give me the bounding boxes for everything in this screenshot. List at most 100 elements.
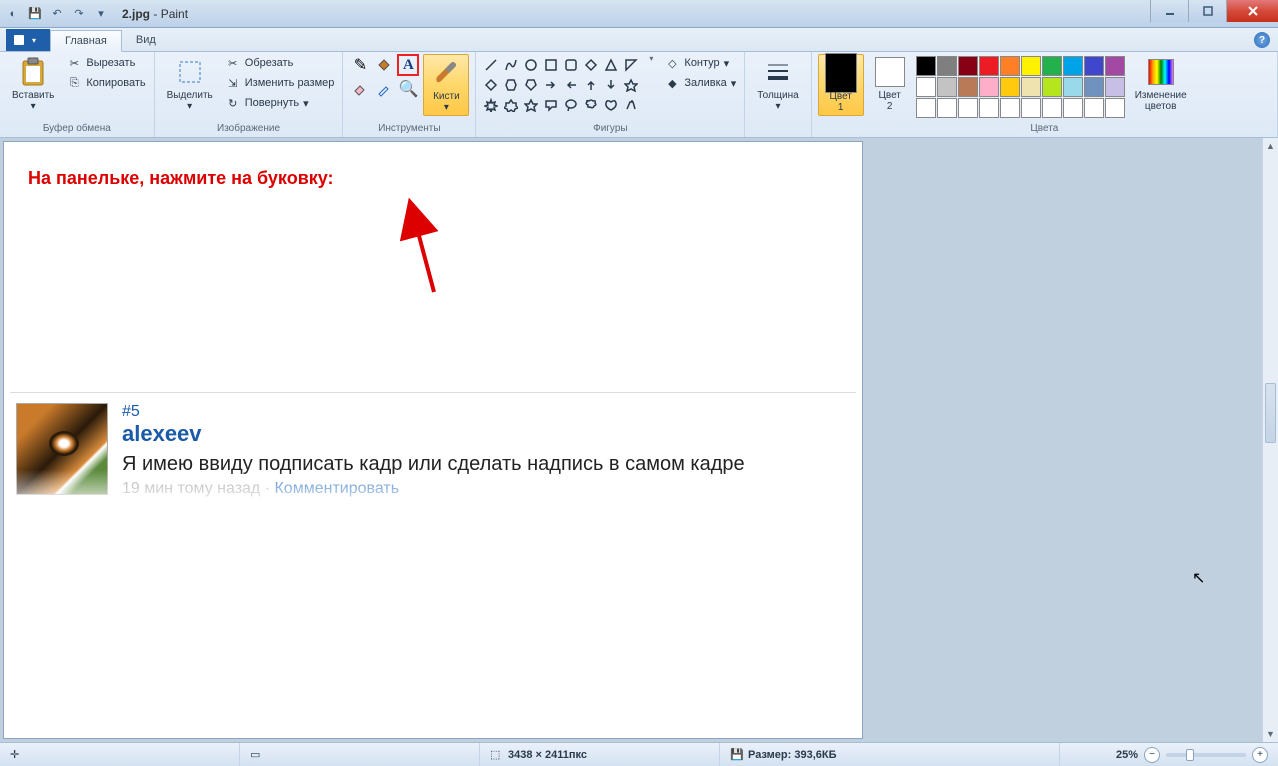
window-controls [1150, 0, 1278, 22]
edit-colors-button[interactable]: Изменениецветов [1129, 54, 1193, 114]
zoom-slider[interactable] [1166, 753, 1246, 757]
scroll-down-icon[interactable]: ▼ [1263, 726, 1278, 742]
undo-icon[interactable]: ↶ [48, 5, 66, 23]
color-swatch[interactable] [1105, 98, 1125, 118]
disk-icon: 💾 [730, 748, 744, 762]
zoom-knob[interactable] [1186, 749, 1194, 761]
group-clipboard: Вставить▾ ✂Вырезать ⎘Копировать Буфер об… [0, 52, 155, 137]
crop-button[interactable]: ✂Обрезать [223, 54, 337, 72]
group-label [751, 121, 804, 137]
picker-tool[interactable] [373, 78, 395, 100]
color-swatch[interactable] [916, 77, 936, 97]
maximize-button[interactable] [1188, 0, 1226, 22]
color-swatch[interactable] [937, 77, 957, 97]
comment-username: alexeev [122, 421, 745, 447]
zoom-in-button[interactable]: + [1252, 747, 1268, 763]
title-bar: ◐ 💾 ↶ ↷ ▾ 2.jpg - Paint [0, 0, 1278, 28]
group-image: Выделить▾ ✂Обрезать ⇲Изменить размер ↻По… [155, 52, 344, 137]
status-dimensions: ⬚3438 × 2411пкс [480, 743, 720, 766]
color2-button[interactable]: Цвет2 [868, 54, 912, 114]
color-swatch[interactable] [1042, 77, 1062, 97]
color-swatch[interactable] [979, 77, 999, 97]
vertical-scrollbar[interactable]: ▲ ▼ [1262, 138, 1278, 742]
color-swatch[interactable] [1000, 98, 1020, 118]
color-swatch[interactable] [916, 98, 936, 118]
selection-icon: ▭ [250, 748, 264, 762]
color-swatch[interactable] [1063, 77, 1083, 97]
select-icon [174, 56, 206, 88]
color-swatch[interactable] [958, 56, 978, 76]
group-label: Изображение [161, 121, 337, 137]
crop-icon: ✂ [225, 55, 241, 71]
file-menu-button[interactable] [6, 29, 50, 51]
shapes-gallery[interactable] [482, 54, 640, 114]
color-swatch[interactable] [937, 56, 957, 76]
pencil-tool[interactable]: ✎ [349, 54, 371, 76]
outline-button[interactable]: ◇Контур ▾ [662, 54, 738, 72]
select-button[interactable]: Выделить▾ [161, 54, 219, 114]
copy-button[interactable]: ⎘Копировать [64, 74, 147, 92]
color-swatch[interactable] [1021, 77, 1041, 97]
color-swatch[interactable] [1084, 77, 1104, 97]
tab-home[interactable]: Главная [50, 30, 122, 52]
color-swatch[interactable] [979, 98, 999, 118]
scroll-up-icon[interactable]: ▲ [1263, 138, 1278, 154]
color-swatch[interactable] [1084, 98, 1104, 118]
color-swatch[interactable] [1063, 98, 1083, 118]
close-button[interactable] [1226, 0, 1278, 22]
color-palette [916, 54, 1125, 118]
zoom-out-button[interactable]: − [1144, 747, 1160, 763]
dimensions-icon: ⬚ [490, 748, 504, 762]
comment-block: #5 alexeev Я имею ввиду подписать кадр и… [10, 392, 856, 498]
color-swatch[interactable] [1000, 56, 1020, 76]
status-position: ✛ [0, 743, 240, 766]
color-swatch[interactable] [1021, 98, 1041, 118]
zoom-control: 25% − + [1106, 747, 1278, 763]
shapes-dropdown[interactable]: ▾ [644, 54, 658, 63]
group-tools: ✎ A 🔍 Кисти▾ Инструменты [343, 52, 476, 137]
brushes-button[interactable]: Кисти▾ [423, 54, 469, 116]
help-button[interactable]: ? [1254, 32, 1270, 48]
color-swatch[interactable] [1105, 77, 1125, 97]
tab-view[interactable]: Вид [122, 29, 170, 51]
canvas[interactable]: На панельке, нажмите на буковку: #5 alex… [4, 142, 862, 738]
bucket-tool[interactable] [373, 54, 395, 76]
status-filesize: 💾Размер: 393,6КБ [720, 743, 1060, 766]
qat-icon[interactable]: ◐ [4, 5, 22, 23]
redo-icon[interactable]: ↷ [70, 5, 88, 23]
text-tool[interactable]: A [397, 54, 419, 76]
group-thickness: Толщина▾ [745, 52, 811, 137]
color-swatch[interactable] [1021, 56, 1041, 76]
color-swatch[interactable] [1042, 98, 1062, 118]
color-swatch[interactable] [1063, 56, 1083, 76]
rotate-button[interactable]: ↻Повернуть ▾ [223, 94, 337, 112]
color-swatch[interactable] [1084, 56, 1104, 76]
ribbon: Вставить▾ ✂Вырезать ⎘Копировать Буфер об… [0, 52, 1278, 138]
color-swatch[interactable] [937, 98, 957, 118]
color-swatch[interactable] [979, 56, 999, 76]
resize-button[interactable]: ⇲Изменить размер [223, 74, 337, 92]
scroll-thumb[interactable] [1265, 383, 1276, 443]
thickness-icon [762, 56, 794, 88]
color-swatch[interactable] [958, 77, 978, 97]
color-swatch[interactable] [1042, 56, 1062, 76]
cut-button[interactable]: ✂Вырезать [64, 54, 147, 72]
fill-button[interactable]: ◆Заливка ▾ [662, 74, 738, 92]
paste-button[interactable]: Вставить▾ [6, 54, 60, 114]
rainbow-icon [1148, 59, 1174, 85]
thickness-button[interactable]: Толщина▾ [751, 54, 804, 114]
comment-meta: 19 мин тому назад · Комментировать [122, 480, 745, 498]
color-swatch[interactable] [916, 56, 936, 76]
window-title: 2.jpg - Paint [122, 7, 188, 21]
rotate-icon: ↻ [225, 95, 241, 111]
color-swatch[interactable] [958, 98, 978, 118]
minimize-button[interactable] [1150, 0, 1188, 22]
qat-dd-icon[interactable]: ▾ [92, 5, 110, 23]
color-swatch[interactable] [1105, 56, 1125, 76]
color-swatch[interactable] [1000, 77, 1020, 97]
eraser-tool[interactable] [349, 78, 371, 100]
color1-button[interactable]: Цвет1 [818, 54, 864, 116]
save-icon[interactable]: 💾 [26, 5, 44, 23]
magnifier-tool[interactable]: 🔍 [397, 78, 419, 100]
workspace[interactable]: На панельке, нажмите на буковку: #5 alex… [0, 138, 1262, 742]
